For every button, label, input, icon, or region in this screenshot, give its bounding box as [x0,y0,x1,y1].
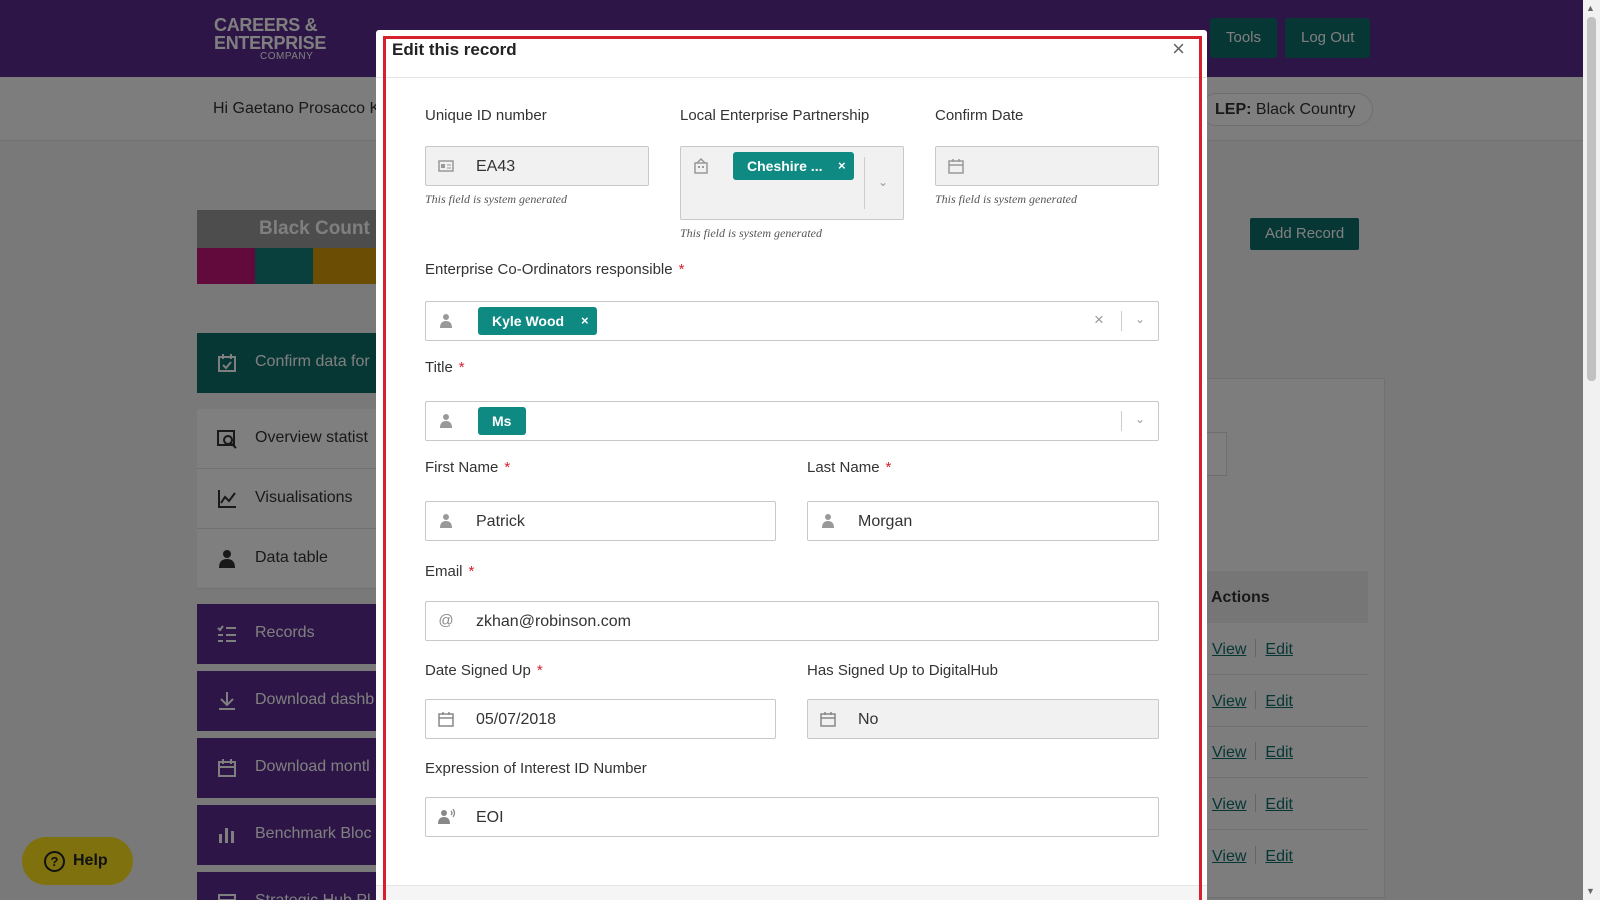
last-name-label-text: Last Name [807,459,880,476]
building-icon [693,157,709,174]
coordinators-label: Enterprise Co-Ordinators responsible * [425,261,684,278]
unique-id-label: Unique ID number [425,107,547,124]
page-scrollbar[interactable]: ▲ ▼ [1583,0,1600,900]
coordinators-select[interactable]: Kyle Wood × × ⌄ [425,301,1159,341]
first-name-field[interactable]: Patrick [425,501,776,541]
coordinator-tag-label: Kyle Wood [492,313,565,329]
coordinator-tag: Kyle Wood × [478,307,597,335]
remove-tag-icon[interactable]: × [838,152,846,180]
system-generated-hint: This field is system generated [680,226,822,240]
close-icon[interactable]: × [1172,38,1185,60]
lep-select: Cheshire ... × ⌄ [680,146,904,220]
edit-record-modal: Edit this record × Unique ID number EA43… [376,30,1207,900]
email-label: Email * [425,563,474,580]
email-label-text: Email [425,563,463,580]
person-icon [438,513,454,529]
required-marker: * [504,459,511,476]
last-name-field[interactable]: Morgan [807,501,1159,541]
person-speaking-icon [438,808,456,825]
lep-tag-label: Cheshire ... [747,158,823,174]
coordinators-label-text: Enterprise Co-Ordinators responsible [425,261,673,278]
chevron-down-icon[interactable]: ⌄ [1135,412,1145,426]
email-field[interactable]: @ zkhan@robinson.com [425,601,1159,641]
eoi-field[interactable]: EOI [425,797,1159,837]
select-divider [1121,411,1122,431]
lep-tag: Cheshire ... × [733,152,854,180]
system-generated-hint: This field is system generated [425,192,567,206]
calendar-icon [948,158,964,174]
required-marker: * [885,459,892,476]
date-signed-up-label-text: Date Signed Up [425,662,531,679]
digitalhub-value: No [858,711,879,728]
unique-id-field: EA43 [425,146,649,186]
title-tag: Ms [478,407,526,435]
unique-id-value: EA43 [476,158,516,175]
person-icon [438,313,454,329]
scroll-up-icon[interactable]: ▲ [1586,3,1595,13]
select-divider [864,157,865,209]
title-select[interactable]: Ms ⌄ [425,401,1159,441]
digitalhub-field: No [807,699,1159,739]
first-name-label-text: First Name [425,459,499,476]
required-marker: * [678,261,685,278]
system-generated-hint: This field is system generated [935,192,1077,206]
calendar-icon [438,711,454,727]
title-label-text: Title [425,359,453,376]
clear-icon[interactable]: × [1094,310,1104,330]
scrollbar-thumb[interactable] [1587,17,1596,381]
chevron-down-icon[interactable]: ⌄ [878,175,888,189]
digitalhub-label: Has Signed Up to DigitalHub [807,662,998,679]
confirm-date-label: Confirm Date [935,107,1024,124]
lep-label: Local Enterprise Partnership [680,107,870,124]
first-name-value: Patrick [476,513,525,530]
confirm-date-field [935,146,1159,186]
person-icon [820,513,836,529]
modal-header: Edit this record × [376,30,1207,78]
remove-tag-icon[interactable]: × [581,307,589,335]
required-marker: * [536,662,543,679]
required-marker: * [458,359,465,376]
title-label: Title * [425,359,465,376]
last-name-label: Last Name * [807,459,891,476]
date-signed-up-field[interactable]: 05/07/2018 [425,699,776,739]
id-card-icon [438,158,454,174]
eoi-label: Expression of Interest ID Number [425,760,647,777]
modal-footer [376,885,1207,900]
scroll-down-icon[interactable]: ▼ [1586,886,1595,896]
at-sign-icon: @ [438,612,454,629]
modal-title: Edit this record [392,40,517,59]
last-name-value: Morgan [858,513,913,530]
chevron-down-icon[interactable]: ⌄ [1135,312,1145,326]
select-divider [1121,311,1122,331]
date-signed-up-value: 05/07/2018 [476,711,557,728]
email-value: zkhan@robinson.com [476,613,631,630]
first-name-label: First Name * [425,459,510,476]
required-marker: * [468,563,475,580]
date-signed-up-label: Date Signed Up * [425,662,543,679]
eoi-value: EOI [476,809,504,826]
calendar-icon [820,711,836,727]
person-icon [438,413,454,429]
